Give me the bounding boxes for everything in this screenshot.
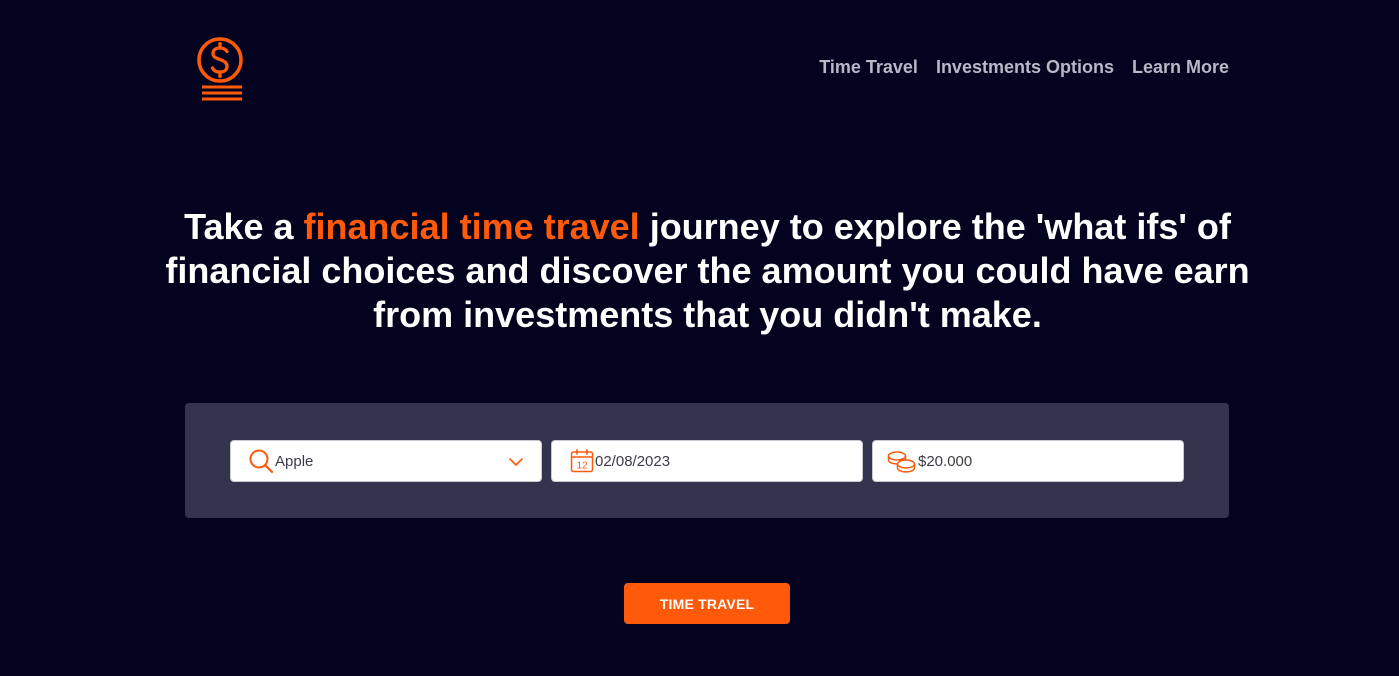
hero-text-before: Take a bbox=[184, 206, 304, 247]
calendar-icon: 12 bbox=[570, 449, 594, 473]
amount-input[interactable]: $20.000 bbox=[872, 440, 1184, 482]
page: Time Travel Investments Options Learn Mo… bbox=[0, 0, 1399, 676]
search-icon bbox=[249, 449, 274, 474]
date-input[interactable]: 12 02/08/2023 bbox=[551, 440, 863, 482]
nav-investments-options[interactable]: Investments Options bbox=[936, 57, 1114, 78]
main-nav: Time Travel Investments Options Learn Mo… bbox=[819, 57, 1229, 78]
coins-icon bbox=[887, 451, 916, 473]
calendar-day: 12 bbox=[576, 461, 588, 472]
search-panel: Apple 12 02/08/2023 $20.000 bbox=[185, 403, 1229, 518]
nav-time-travel[interactable]: Time Travel bbox=[819, 57, 918, 78]
hero-headline: Take a financial time travel journey to … bbox=[150, 205, 1265, 337]
company-value: Apple bbox=[275, 452, 314, 470]
company-select[interactable]: Apple bbox=[230, 440, 542, 482]
date-value: 02/08/2023 bbox=[595, 452, 671, 470]
dollar-coin-stack-icon[interactable] bbox=[194, 36, 246, 104]
hero-highlight: financial time travel bbox=[303, 206, 640, 247]
nav-learn-more[interactable]: Learn More bbox=[1132, 57, 1229, 78]
time-travel-button[interactable]: TIME TRAVEL bbox=[624, 583, 790, 624]
chevron-down-icon[interactable] bbox=[508, 454, 524, 470]
amount-value: $20.000 bbox=[918, 452, 973, 470]
